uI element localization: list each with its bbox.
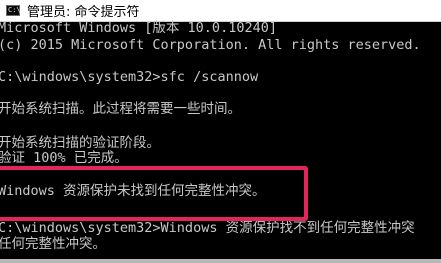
console-line-version: Microsoft Windows [版本 10.0.10240]	[0, 20, 277, 36]
console-line-command: C:\windows\system32>sfc /scannow	[0, 69, 259, 85]
console-line-copyright: (c) 2015 Microsoft Corporation. All righ…	[0, 37, 421, 53]
window-title: 管理员: 命令提示符	[27, 5, 140, 20]
console-line-wrap: 任何完整性冲突。	[0, 236, 106, 252]
console-output[interactable]: Microsoft Windows [版本 10.0.10240] (c) 20…	[0, 20, 441, 263]
console-line-result: Windows 资源保护未找到任何完整性冲突。	[0, 183, 266, 199]
window-bottom-edge	[0, 259, 441, 263]
console-line-prompt: C:\windows\system32>Windows 资源保护找不到任何完整性…	[0, 220, 415, 236]
console-line-verify-phase: 开始系统扫描的验证阶段。	[0, 135, 160, 151]
title-bar[interactable]: C:\ 管理员: 命令提示符	[0, 0, 441, 22]
cmd-icon-glyph: C:\	[8, 6, 21, 14]
console-line-verify-progress: 验证 100% 已完成。	[0, 150, 128, 166]
cmd-icon: C:\	[6, 5, 21, 16]
console-line-scan-start: 开始系统扫描。此过程将需要一些时间。	[0, 101, 241, 117]
command-prompt-window: C:\ 管理员: 命令提示符 Microsoft Windows [版本 10.…	[0, 0, 441, 263]
